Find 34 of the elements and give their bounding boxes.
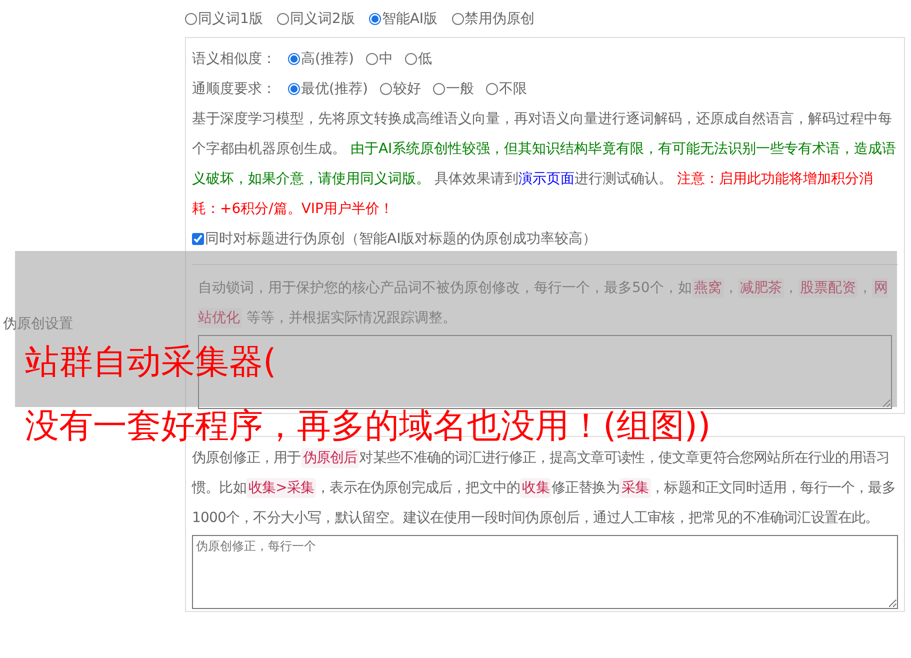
section-label: 伪原创设置 (3, 315, 73, 333)
option-label[interactable]: 一般 (446, 80, 474, 98)
option-label[interactable]: 智能AI版 (382, 10, 438, 28)
option-label[interactable]: 同时对标题进行伪原创（智能AI版对标题的伪原创成功率较高） (205, 230, 597, 248)
radio-button[interactable] (452, 13, 464, 25)
option-label[interactable]: 禁用伪原创 (464, 10, 535, 28)
correction-field[interactable]: 伪原创修正，每行一个 (192, 535, 898, 609)
option-label[interactable]: 低 (418, 50, 432, 68)
description-text: 基于深度学习模型，先将原文转换成高维语义向量，再对语义向量进行逐词解码，还原成自然语言，解码过程中每个字都由机器原创生成。 由于AI系统原创性较强，但其知识结构毕竟有限，有可能无法识别一些专有术语，造成语义破坏，如果介意，请使用同义词版。 具体效果请到演示页面进行测试确认。 注意：启用此功能将增加积分消耗：+6积分/篇。VIP用户半价！ (192, 110, 898, 219)
demo-page-link[interactable]: 演示页面 (518, 171, 574, 187)
checkbox[interactable] (192, 233, 204, 245)
radio-button[interactable] (432, 83, 445, 95)
radio-button[interactable] (368, 13, 381, 25)
radio-button[interactable] (276, 13, 289, 25)
field-label: 语义相似度： (192, 50, 276, 68)
overlay-title-line: 没有一套好程序，再多的域名也没用！(组图)) (25, 406, 711, 446)
option-label[interactable]: 最优(推荐) (301, 80, 368, 98)
field-label: 通顺度要求： (192, 80, 276, 98)
option-label[interactable]: 高(推荐) (301, 50, 354, 68)
option-label[interactable]: 中 (378, 50, 393, 68)
option-label[interactable]: 同义词2版 (290, 10, 355, 28)
radio-button[interactable] (185, 13, 197, 25)
radio-button[interactable] (288, 53, 300, 65)
option-label[interactable]: 同义词1版 (198, 10, 263, 28)
description-text: 自动锁词，用于保护您的核心产品词不被伪原创修改，每行一个，最多50个，如 燕窝，减肥茶，股票配资，网站优化 等等，并根据实际情况跟踪调整。 (198, 277, 889, 330)
radio-button[interactable] (380, 83, 392, 95)
option-label[interactable]: 不限 (498, 80, 527, 98)
overlay-title-line: 站群自动采集器( (25, 342, 276, 382)
radio-button[interactable] (366, 53, 378, 65)
radio-button[interactable] (288, 83, 300, 95)
description-text: 伪原创修正，用于伪原创后对某些不准确的词汇进行修正，提高文章可读性，使文章更符合您网站所在行业的用语习惯。比如 收集>采集，表示在伪原创完成后，把文中的 收集修正替换为 采集，标题和正文同时适用，每行一个，最多1000个，不分大小写，默认留空。建议在使用一段时间伪原创后，通过人工审核，把常见的不准确词汇设置在此。 (192, 447, 896, 528)
option-label[interactable]: 较好 (392, 80, 421, 98)
radio-button[interactable] (404, 53, 417, 65)
radio-button[interactable] (486, 83, 498, 95)
